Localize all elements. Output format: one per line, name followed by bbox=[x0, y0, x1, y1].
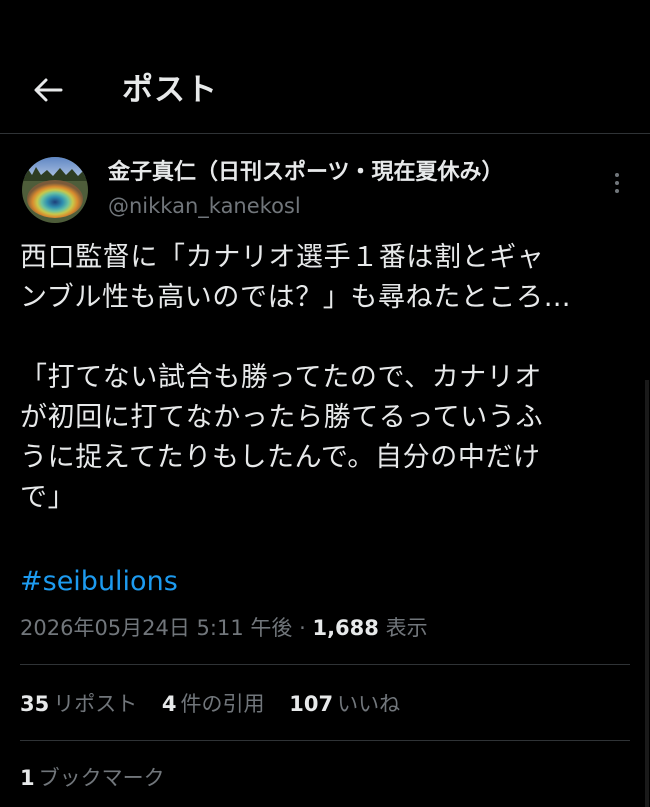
post-meta: 2026年05月24日 5:11 午後 · 1,688 表示 bbox=[20, 612, 428, 644]
back-button[interactable] bbox=[22, 64, 74, 116]
post-text-line: ンブル性も高いのでは？」も尋ねたところ… bbox=[20, 282, 572, 313]
post-text-line: が初回に打てなかったら勝てるっていうふ bbox=[20, 402, 544, 433]
post-text-line: 「打てない試合も勝ってたので、カナリオ bbox=[20, 362, 542, 393]
reposts-label: リポスト bbox=[53, 692, 138, 716]
reposts-stat[interactable]: 35 リポスト bbox=[20, 688, 137, 720]
arrow-left-icon bbox=[34, 78, 63, 102]
hot-spring-avatar-image bbox=[22, 157, 88, 223]
reposts-count: 35 bbox=[20, 692, 50, 716]
bookmarks-label: ブックマーク bbox=[38, 766, 165, 790]
more-dot bbox=[615, 173, 619, 177]
author-handle[interactable]: @nikkan_kanekosl bbox=[108, 191, 301, 221]
quotes-stat[interactable]: 4 件の引用 bbox=[162, 688, 265, 720]
page-title: ポスト bbox=[122, 72, 218, 108]
quotes-label: 件の引用 bbox=[180, 692, 265, 716]
likes-count: 107 bbox=[289, 692, 334, 716]
post-text-line: うに捉えてたりもしたんで。自分の中だけ bbox=[20, 442, 541, 473]
avatar[interactable] bbox=[22, 157, 88, 223]
post-timestamp[interactable]: 2026年05月24日 5:11 午後 bbox=[20, 616, 292, 640]
divider bbox=[20, 664, 630, 665]
divider bbox=[20, 740, 630, 741]
engagement-stats: 35 リポスト 4 件の引用 107 いいね bbox=[20, 688, 418, 720]
author-name[interactable]: 金子真仁（日刊スポーツ・現在夏休み） bbox=[108, 158, 504, 188]
likes-stat[interactable]: 107 いいね bbox=[289, 688, 400, 720]
post-text: 西口監督に「カナリオ選手１番は割とギャ ンブル性も高いのでは？」も尋ねたところ…… bbox=[20, 238, 635, 518]
more-dot bbox=[615, 189, 619, 193]
scrollbar[interactable] bbox=[645, 380, 649, 807]
post-text-line: で」 bbox=[20, 482, 76, 513]
likes-label: いいね bbox=[337, 692, 401, 716]
bookmarks-count: 1 bbox=[20, 766, 35, 790]
post-text-line: 西口監督に「カナリオ選手１番は割とギャ bbox=[20, 242, 545, 273]
more-options-button[interactable] bbox=[604, 168, 630, 198]
hashtag-link[interactable]: #seibulions bbox=[20, 562, 178, 602]
quotes-count: 4 bbox=[161, 692, 177, 716]
bookmarks-stat[interactable]: 1 ブックマーク bbox=[20, 762, 165, 794]
views-count: 1,688 bbox=[312, 616, 379, 640]
top-bar: ポスト bbox=[0, 0, 650, 134]
views-label: 表示 bbox=[385, 616, 428, 640]
meta-separator: · bbox=[299, 616, 306, 640]
more-dot bbox=[615, 181, 619, 185]
